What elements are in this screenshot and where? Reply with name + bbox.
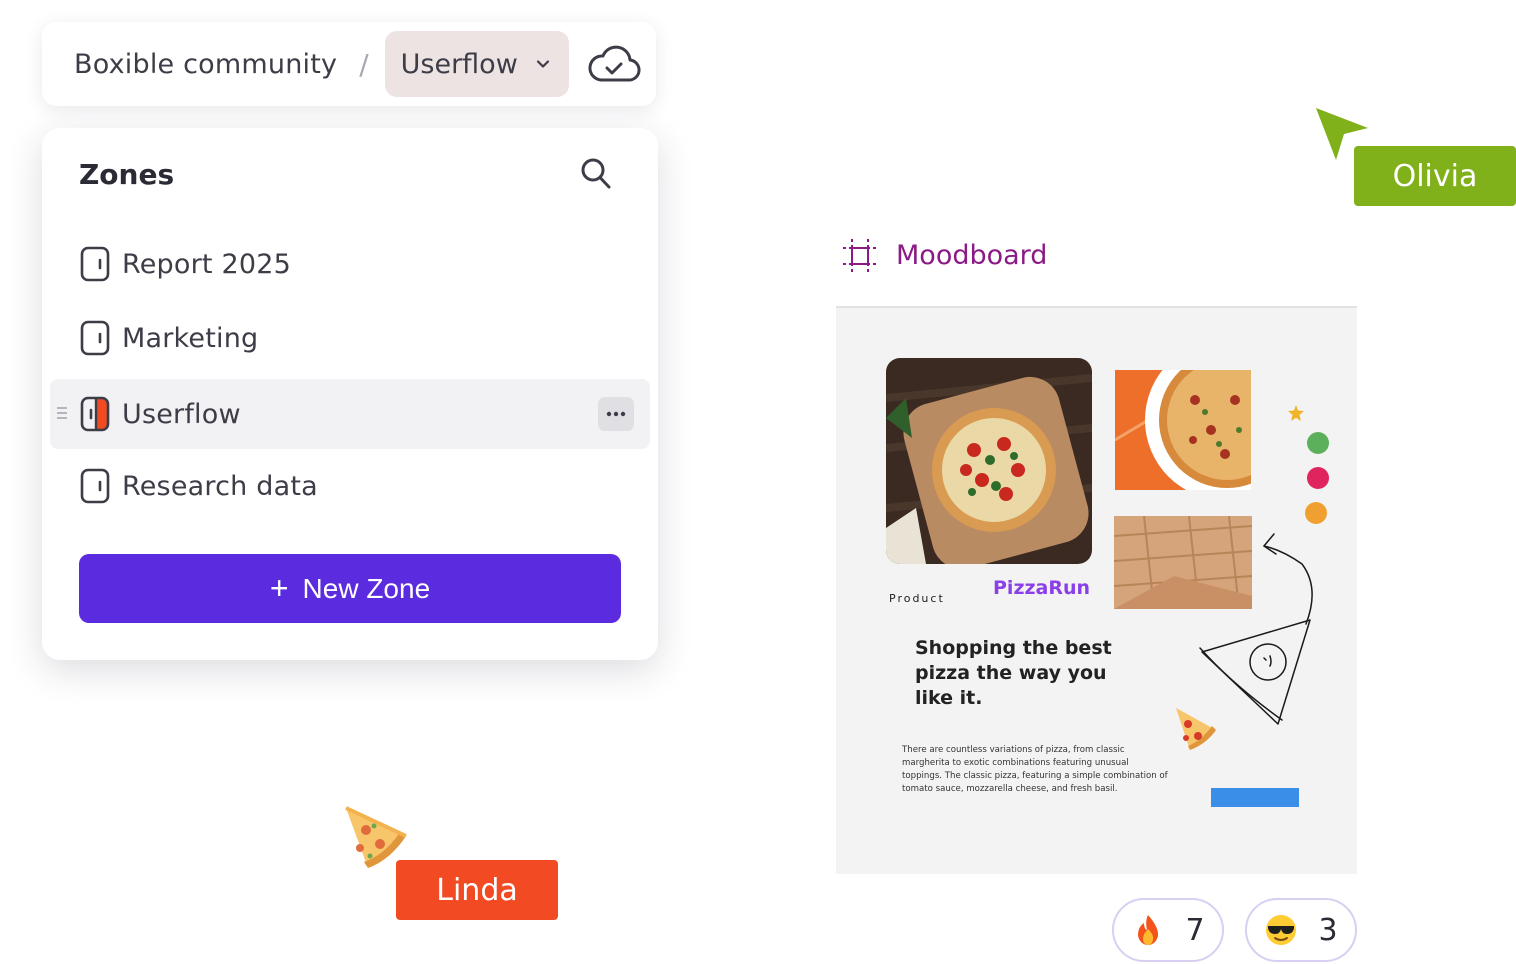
zone-label: Marketing — [122, 322, 259, 354]
zone-item-marketing[interactable]: Marketing — [50, 303, 650, 373]
pizza-slice-sticker[interactable] — [1172, 704, 1220, 752]
collaborator-tag-olivia: Olivia — [1354, 146, 1516, 206]
body-text: There are countless variations of pizza,… — [902, 745, 1168, 794]
zone-item-research-data[interactable]: Research data — [50, 451, 650, 521]
zone-icon — [80, 468, 110, 504]
zone-item-userflow[interactable]: Userflow — [50, 379, 650, 449]
color-swatch-green[interactable] — [1307, 432, 1329, 454]
star-icon — [1288, 405, 1304, 421]
reaction-sunglasses[interactable]: 3 — [1245, 898, 1357, 962]
frame-icon — [843, 239, 877, 273]
moodboard-frame[interactable]: Product PizzaRun Shopping the best pizza… — [836, 306, 1357, 874]
breadcrumb-root[interactable]: Boxible community — [74, 49, 337, 80]
collaborator-tag-linda: Linda — [396, 860, 558, 920]
search-icon[interactable] — [580, 156, 612, 190]
zone-icon — [80, 320, 110, 356]
moodboard-title[interactable]: Moodboard — [896, 240, 1047, 271]
breadcrumb-current-dropdown[interactable]: Userflow — [384, 31, 569, 97]
chevron-down-icon — [536, 60, 549, 68]
breadcrumb: Boxible community / Userflow — [42, 22, 656, 106]
zones-panel: Zones Report 2025 Marketing Userflow Res… — [42, 128, 658, 660]
color-swatch-pink[interactable] — [1307, 467, 1329, 489]
zones-title: Zones — [79, 158, 175, 191]
zone-item-report-2025[interactable]: Report 2025 — [50, 229, 650, 299]
zone-icon — [80, 246, 110, 282]
fire-emoji — [1138, 915, 1159, 946]
plus-icon: + — [269, 570, 289, 606]
zone-label: Research data — [122, 470, 318, 502]
breadcrumb-separator: / — [359, 47, 369, 81]
pizza-topview-photo[interactable] — [1115, 370, 1251, 490]
collaborator-name: Linda — [436, 872, 518, 908]
sunglasses-emoji — [1266, 915, 1297, 945]
color-swatch-orange[interactable] — [1305, 502, 1327, 524]
zone-label: Userflow — [122, 398, 241, 430]
reaction-count: 7 — [1185, 912, 1205, 948]
headline-text: Shopping the best pizza the way you like… — [915, 637, 1112, 709]
pizza-photo[interactable] — [886, 358, 1092, 564]
brand-name: PizzaRun — [993, 577, 1091, 599]
zone-label: Report 2025 — [122, 248, 291, 280]
collaborator-name: Olivia — [1392, 158, 1478, 194]
drag-handle-icon[interactable] — [56, 405, 68, 421]
reaction-count: 3 — [1318, 912, 1338, 948]
new-zone-label: New Zone — [302, 572, 431, 604]
zone-icon-active — [80, 396, 110, 432]
cloud-check-icon[interactable] — [587, 44, 641, 84]
new-zone-button[interactable]: + New Zone — [79, 554, 621, 623]
more-dots-icon — [606, 411, 626, 417]
reaction-fire[interactable]: 7 — [1112, 898, 1224, 962]
product-label: Product — [889, 592, 945, 605]
pizza-sketch-drawing — [1199, 533, 1313, 725]
breadcrumb-current-label: Userflow — [400, 48, 518, 80]
cta-placeholder-bar[interactable] — [1211, 788, 1299, 807]
more-options-button[interactable] — [598, 397, 634, 431]
